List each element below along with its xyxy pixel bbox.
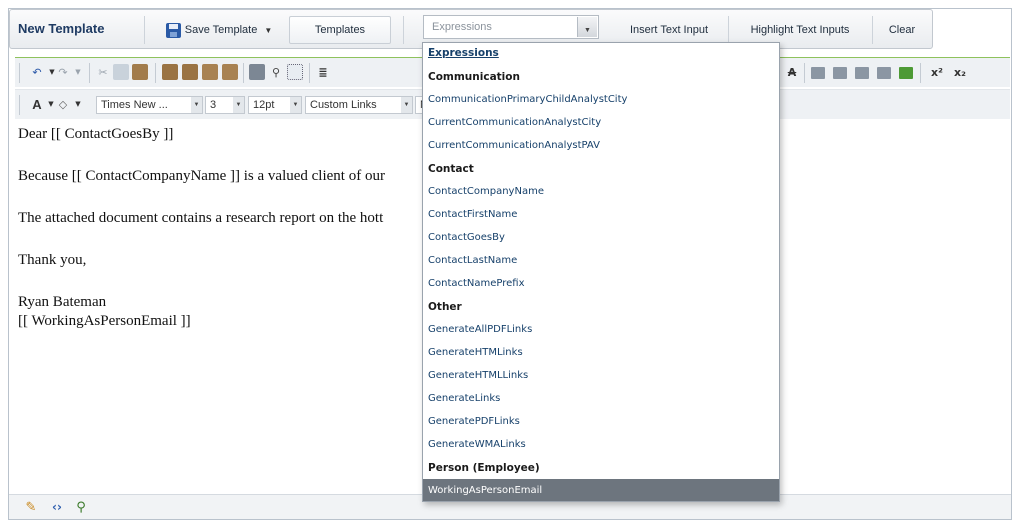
paste-word-icon[interactable]: [182, 64, 198, 80]
chevron-down-icon[interactable]: ▼: [233, 97, 244, 113]
chevron-down-icon[interactable]: ▼: [70, 64, 86, 80]
dropdown-item[interactable]: CurrentCommunicationAnalystPAV: [423, 134, 779, 157]
dropdown-item[interactable]: GenerateLinks: [423, 387, 779, 410]
toolbar-separator: [804, 63, 805, 83]
subscript-icon[interactable]: x₂: [952, 64, 968, 80]
undo-icon[interactable]: ↶: [29, 64, 45, 80]
dropdown-item-selected[interactable]: WorkingAsPersonEmail: [423, 479, 779, 501]
dropdown-item[interactable]: GenerateHTMLinks: [423, 341, 779, 364]
dropdown-item[interactable]: ContactFirstName: [423, 203, 779, 226]
toolbar-grip: [19, 95, 20, 115]
toolbar-separator: [309, 63, 310, 83]
highlight-color-icon[interactable]: ◇: [55, 96, 71, 112]
doc-line-thanks: Thank you,: [18, 252, 87, 268]
doc-line-attachment: The attached document contains a researc…: [18, 210, 384, 226]
superscript-icon[interactable]: x²: [929, 64, 945, 80]
dropdown-item[interactable]: GenerateHTMLLinks: [423, 364, 779, 387]
highlight-text-inputs-label: Highlight Text Inputs: [750, 24, 850, 36]
page-title: New Template: [18, 21, 105, 36]
copy-icon[interactable]: [113, 64, 129, 80]
chevron-down-icon[interactable]: ▼: [401, 97, 412, 113]
paste-html-icon[interactable]: [202, 64, 218, 80]
doc-line-signature-email: [[ WorkingAsPersonEmail ]]: [18, 313, 191, 329]
chevron-down-icon[interactable]: ▼: [577, 17, 597, 37]
dropdown-title[interactable]: Expressions: [423, 44, 779, 62]
document-body[interactable]: Dear [[ ContactGoesBy ]] Because [[ Cont…: [18, 122, 438, 492]
group-header-other: Other: [428, 300, 462, 313]
strikethrough-icon[interactable]: A: [784, 64, 800, 80]
paste-plain-icon[interactable]: [222, 64, 238, 80]
dropdown-item[interactable]: GenerateAllPDFLinks: [423, 318, 779, 341]
toolbar-separator: [920, 63, 921, 83]
paste-icon[interactable]: [132, 64, 148, 80]
dropdown-item[interactable]: ContactLastName: [423, 249, 779, 272]
toolbar-separator: [243, 63, 244, 83]
font-name-select[interactable]: Times New ... ▼: [96, 96, 203, 114]
custom-links-value: Custom Links: [310, 99, 377, 111]
insert-text-input-label: Insert Text Input: [629, 24, 709, 36]
select-all-icon[interactable]: [287, 64, 303, 80]
clear-label: Clear: [888, 24, 916, 36]
find-icon[interactable]: ⚲: [268, 64, 284, 80]
toolbar-separator: [144, 16, 145, 44]
font-size-index-select[interactable]: 3 ▼: [205, 96, 245, 114]
align-center-icon[interactable]: [833, 67, 847, 79]
toolbar-separator: [728, 16, 729, 44]
templates-label: Templates: [314, 24, 366, 36]
custom-links-select[interactable]: Custom Links ▼: [305, 96, 413, 114]
font-size-select[interactable]: 12pt ▼: [248, 96, 302, 114]
dropdown-item[interactable]: GeneratePDFLinks: [423, 410, 779, 433]
dropdown-item[interactable]: ContactGoesBy: [423, 226, 779, 249]
dropdown-item[interactable]: ContactCompanyName: [423, 180, 779, 203]
font-size-index-value: 3: [210, 99, 217, 111]
expressions-dropdown: Expressions Communication CommunicationP…: [422, 42, 780, 502]
save-template-label: Save Template: [184, 24, 258, 36]
dropdown-item[interactable]: CommunicationPrimaryChildAnalystCity: [423, 88, 779, 111]
insert-text-input-button[interactable]: Insert Text Input: [610, 16, 728, 44]
print-icon[interactable]: [249, 64, 265, 80]
redo-icon[interactable]: ↷: [55, 64, 71, 80]
align-left-icon[interactable]: [811, 67, 825, 79]
chevron-down-icon[interactable]: ▼: [191, 97, 202, 113]
preview-mode-icon[interactable]: ⚲: [73, 499, 89, 515]
font-size-value: 12pt: [253, 99, 275, 111]
toolbar-separator: [89, 63, 90, 83]
expressions-select-value: Expressions: [432, 21, 492, 33]
doc-line-signature-name: Ryan Bateman: [18, 294, 107, 310]
dropdown-item[interactable]: ContactNamePrefix: [423, 272, 779, 295]
group-header-person-employee: Person (Employee): [428, 461, 540, 474]
justify-full-icon[interactable]: [899, 67, 913, 79]
doc-line-intro: Because [[ ContactCompanyName ]] is a va…: [18, 168, 385, 184]
justify-icon[interactable]: [877, 67, 891, 79]
font-color-letter: A: [32, 96, 42, 112]
group-header-communication: Communication: [428, 70, 520, 83]
cut-icon[interactable]: ✂: [95, 64, 111, 80]
chevron-down-icon[interactable]: ▼: [70, 96, 86, 112]
html-mode-icon[interactable]: ‹›: [49, 499, 65, 515]
align-right-icon[interactable]: [855, 67, 869, 79]
group-header-contact: Contact: [428, 162, 474, 175]
paste-text-icon[interactable]: [162, 64, 178, 80]
design-mode-icon[interactable]: ✎: [23, 499, 39, 515]
save-icon: [165, 22, 181, 38]
chevron-down-icon[interactable]: ▼: [290, 97, 301, 113]
highlight-text-inputs-button[interactable]: Highlight Text Inputs: [730, 16, 870, 44]
font-name-value: Times New ...: [101, 99, 168, 111]
expressions-select[interactable]: Expressions ▼: [423, 15, 599, 39]
dropdown-item[interactable]: GenerateWMALinks: [423, 433, 779, 456]
toolbar-separator: [403, 16, 404, 44]
toolbar-separator: [872, 16, 873, 44]
spellcheck-icon[interactable]: ≣: [315, 64, 331, 80]
templates-button[interactable]: Templates: [289, 16, 391, 44]
doc-line-greeting: Dear [[ ContactGoesBy ]]: [18, 126, 174, 142]
clear-button[interactable]: Clear: [876, 16, 928, 44]
save-template-button[interactable]: Save Template ▼: [154, 16, 284, 44]
dropdown-item[interactable]: CurrentCommunicationAnalystCity: [423, 111, 779, 134]
toolbar-separator: [155, 63, 156, 83]
chevron-down-icon: ▼: [264, 25, 273, 35]
toolbar-grip: [19, 63, 20, 83]
